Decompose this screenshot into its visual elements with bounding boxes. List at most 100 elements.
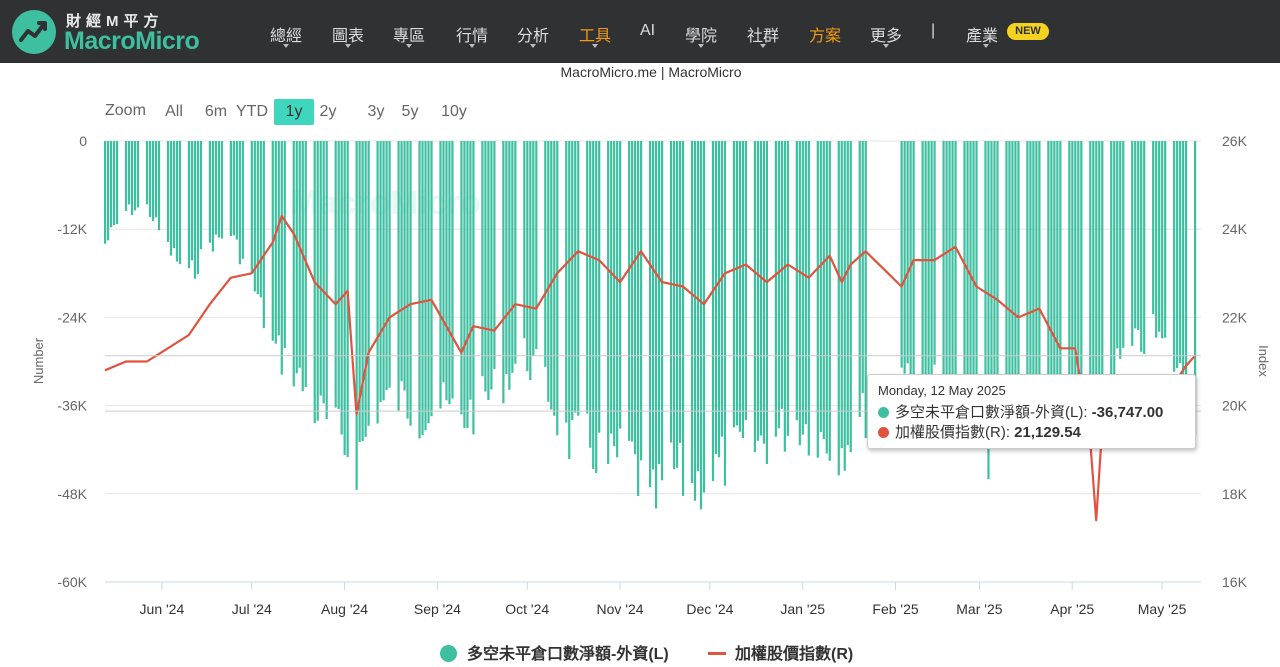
bar xyxy=(816,141,819,458)
bar xyxy=(927,141,930,400)
bar xyxy=(523,141,526,339)
bar xyxy=(106,141,110,241)
series-dot-icon xyxy=(878,407,889,418)
x-tick-label: Feb '25 xyxy=(872,601,918,617)
bar xyxy=(801,141,804,435)
bar xyxy=(1131,141,1134,346)
bar xyxy=(634,141,637,455)
bar xyxy=(178,141,182,265)
bar xyxy=(133,141,137,211)
bar xyxy=(535,141,538,350)
legend-dot-icon xyxy=(440,645,457,662)
bar xyxy=(208,141,212,243)
bar xyxy=(259,141,262,298)
left-tick-label: 0 xyxy=(79,133,87,149)
bar xyxy=(774,141,777,437)
bar xyxy=(448,141,451,405)
bar xyxy=(424,141,427,431)
bar xyxy=(619,141,622,429)
bar xyxy=(945,141,948,397)
bar xyxy=(1122,141,1125,348)
legend-item-taiex[interactable]: 加權股價指數(R) xyxy=(708,640,853,664)
bar xyxy=(319,141,322,396)
x-tick-label: May '25 xyxy=(1138,601,1187,617)
bar xyxy=(672,141,676,470)
bar xyxy=(690,141,694,484)
bar xyxy=(229,141,232,237)
bar xyxy=(187,141,191,269)
bar xyxy=(732,141,736,428)
bar xyxy=(211,141,215,252)
bar xyxy=(1056,141,1059,404)
bar xyxy=(532,141,535,357)
bar xyxy=(463,141,466,428)
bar xyxy=(112,141,116,226)
bar xyxy=(235,141,238,240)
bar xyxy=(1152,141,1155,315)
bar xyxy=(900,141,903,368)
bar xyxy=(837,141,840,476)
bar xyxy=(145,141,149,205)
bar xyxy=(846,141,849,446)
bar xyxy=(190,141,194,261)
bar xyxy=(1059,141,1062,379)
bar xyxy=(649,141,652,488)
bar xyxy=(574,141,577,413)
bar xyxy=(400,141,403,382)
x-tick-label: Dec '24 xyxy=(686,601,733,617)
bar xyxy=(795,141,798,421)
chart-area[interactable]: MacroMicro0-12K-24K-36K-48K-60K26K24K22K… xyxy=(0,0,1280,667)
bar xyxy=(843,141,846,471)
bar xyxy=(130,141,134,215)
bar xyxy=(325,141,328,420)
bar xyxy=(250,141,253,274)
bar xyxy=(720,141,724,437)
bar xyxy=(104,141,107,244)
right-tick-label: 20K xyxy=(1222,398,1248,414)
bar xyxy=(376,141,379,424)
bar xyxy=(909,141,912,382)
bar xyxy=(472,141,475,435)
bar xyxy=(388,141,391,388)
bar xyxy=(547,141,550,402)
bar xyxy=(127,141,131,205)
bar xyxy=(765,141,768,464)
bar xyxy=(828,141,831,461)
bar xyxy=(355,141,358,490)
bar xyxy=(1071,141,1074,402)
bar xyxy=(382,141,385,401)
bar xyxy=(364,141,367,437)
bar xyxy=(214,141,217,235)
bar xyxy=(274,141,277,344)
bar xyxy=(262,141,265,329)
bar xyxy=(1161,141,1164,339)
bar xyxy=(166,141,170,242)
bar xyxy=(451,141,454,399)
bar xyxy=(1143,141,1146,354)
tooltip-series-label: 多空未平倉口數淨額-外資(L): xyxy=(895,404,1092,421)
bar xyxy=(565,141,568,423)
bar xyxy=(466,141,469,429)
bar xyxy=(616,141,619,458)
left-tick-label: -12K xyxy=(57,221,87,237)
bar xyxy=(550,141,553,410)
bar xyxy=(193,141,197,279)
bar xyxy=(154,141,158,218)
bar xyxy=(421,141,424,436)
legend-item-foreign-oi[interactable]: 多空未平倉口數淨額-外資(L) xyxy=(440,640,669,664)
bar xyxy=(175,141,179,262)
bar xyxy=(1119,141,1122,359)
legend-label: 多空未平倉口數淨額-外資(L) xyxy=(467,646,669,663)
left-tick-label: -36K xyxy=(57,398,87,414)
bar xyxy=(723,141,727,486)
right-tick-label: 22K xyxy=(1222,309,1248,325)
bar xyxy=(696,141,700,472)
left-tick-label: -48K xyxy=(57,486,87,502)
legend-line-icon xyxy=(708,652,726,655)
bar xyxy=(367,141,370,426)
bar xyxy=(280,141,283,375)
right-tick-label: 16K xyxy=(1222,574,1248,590)
bar xyxy=(514,141,517,364)
bar xyxy=(361,141,364,442)
bar xyxy=(669,141,673,443)
